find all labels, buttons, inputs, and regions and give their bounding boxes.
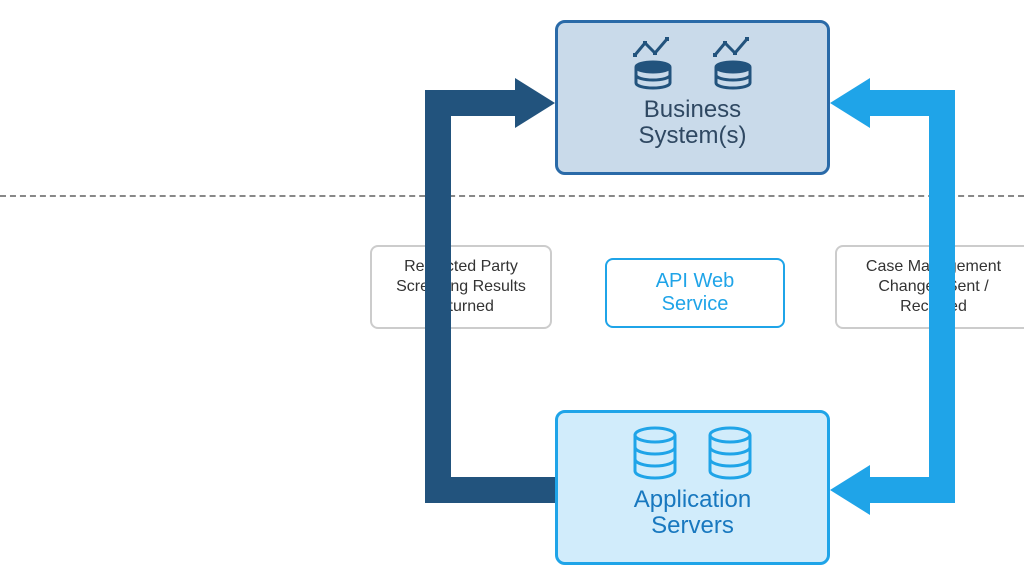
case-management-arrow (0, 0, 1024, 575)
